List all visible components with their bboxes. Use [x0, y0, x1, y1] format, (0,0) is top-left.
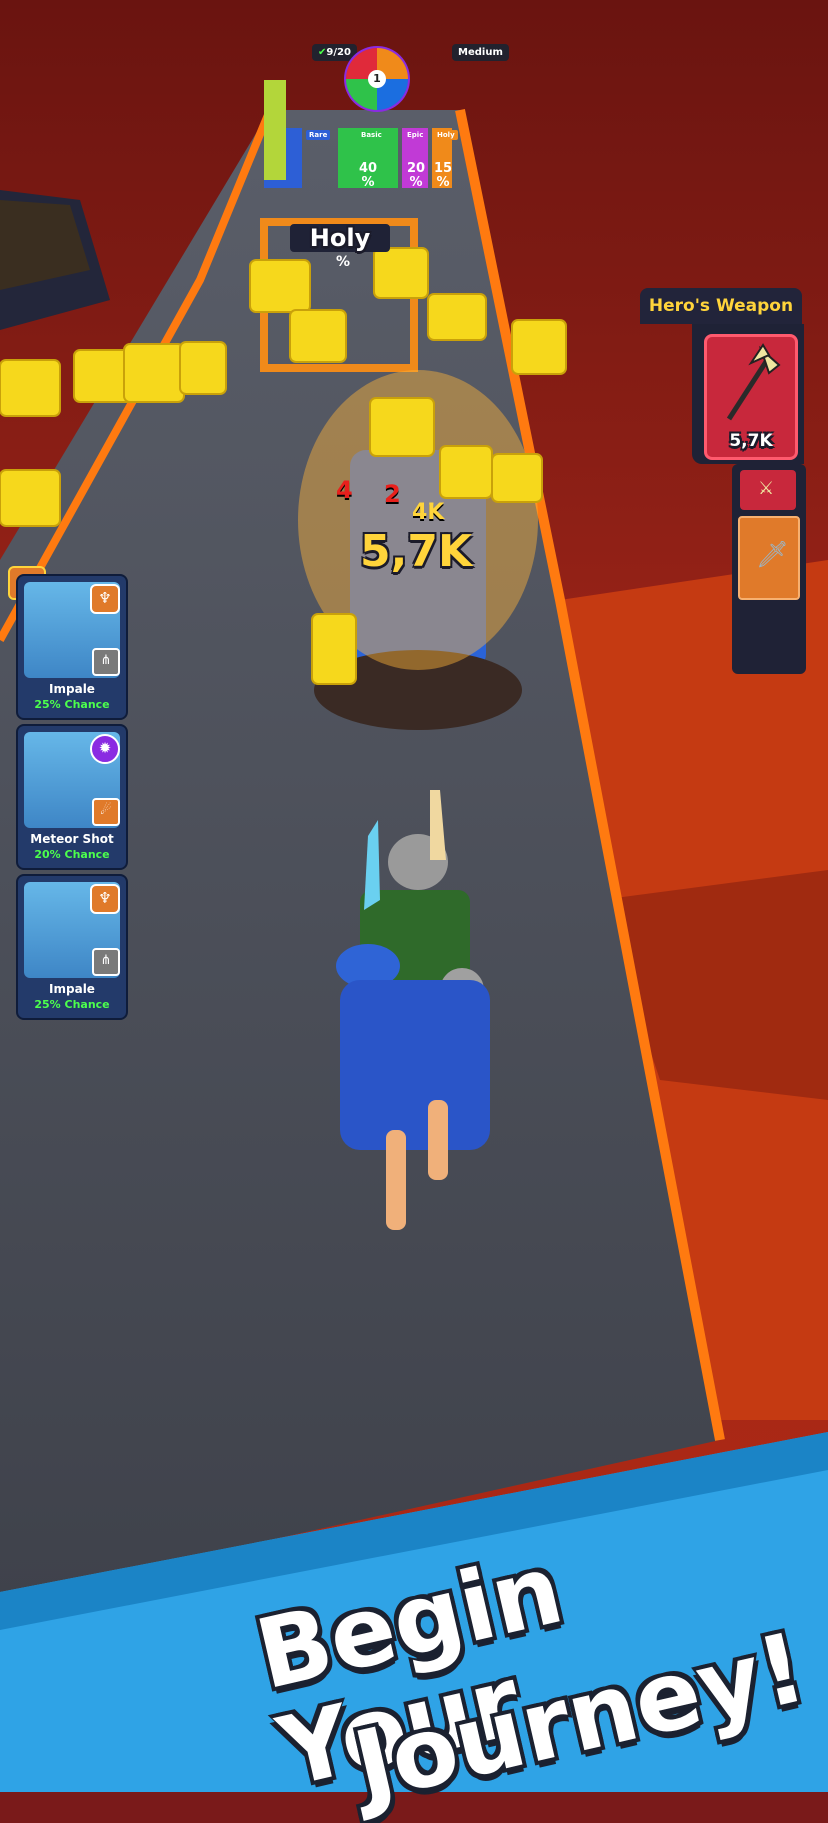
hero-weapon-value: 5,7K [729, 431, 773, 451]
holy-gate-percent: % [336, 254, 351, 270]
meteor-icon: ☄ [92, 798, 120, 826]
gate-percent-basic: 40 % [358, 161, 378, 190]
skill-name: Meteor Shot [30, 832, 114, 846]
skill-card-impale[interactable]: ♆ ⋔ Impale 25% Chance [16, 874, 128, 1020]
gate-percent-holy: 15 % [433, 161, 453, 190]
flame-icon: ✹ [90, 734, 120, 764]
skill-card-meteor-shot[interactable]: ✹ ☄ Meteor Shot 20% Chance [16, 724, 128, 870]
gate-percent-epic: 20 % [406, 161, 426, 190]
gate-label-basic: Basic [358, 130, 385, 140]
hero-weapon-card[interactable]: 5,7K [704, 334, 798, 460]
game-scene: ✔9/20 Medium 1 Rare Basic Epic Holy 40 %… [0, 0, 828, 1823]
spikes-icon: ⋔ [92, 648, 120, 676]
skill-name: Impale [49, 682, 95, 696]
wheel-center-value: 1 [373, 72, 381, 85]
damage-number-big: 5,7K [360, 526, 473, 577]
skill-chance: 25% Chance [34, 998, 110, 1011]
damage-number-small: 4K [412, 500, 445, 525]
skill-chance: 20% Chance [34, 848, 110, 861]
axe-icon: ⚔ [758, 478, 775, 499]
spikes-icon: ⋔ [92, 948, 120, 976]
axe-icon [726, 343, 781, 421]
trident-icon: ♆ [90, 884, 120, 914]
damage-number-small: 4 [336, 476, 353, 504]
weapon-slots: ⚔ 🗡 [732, 464, 806, 674]
skill-name: Impale [49, 982, 95, 996]
skill-chance: 25% Chance [34, 698, 110, 711]
hero-weapon-title: Hero's Weapon [640, 288, 802, 324]
holy-gate-title: Holy [290, 224, 390, 252]
difficulty-label: Medium [452, 44, 509, 61]
weapon-slot-axe[interactable]: ⚔ [740, 470, 796, 510]
skill-card-impale[interactable]: ♆ ⋔ Impale 25% Chance [16, 574, 128, 720]
promo-banner: Begin Your Journey! [0, 1420, 828, 1823]
damage-number-small: 2 [384, 480, 401, 508]
gate-label-holy: Holy [434, 130, 458, 140]
gate-label-epic: Epic [404, 130, 427, 140]
trident-icon: ♆ [90, 584, 120, 614]
weapon-slot-sword[interactable]: 🗡 [738, 516, 800, 600]
sword-icon: 🗡 [756, 540, 790, 570]
gate-label-rare: Rare [306, 130, 331, 140]
